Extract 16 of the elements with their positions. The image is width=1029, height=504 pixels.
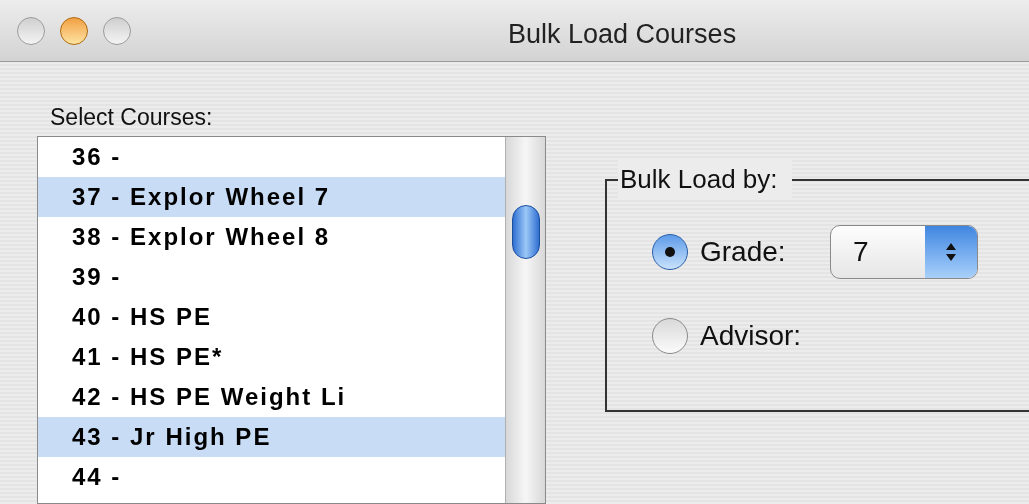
group-label: Bulk Load by: — [618, 160, 792, 199]
window-title: Bulk Load Courses — [508, 18, 737, 51]
grade-popup[interactable]: 7 — [830, 225, 978, 279]
course-item[interactable]: 37 - Explor Wheel 7 — [38, 177, 505, 217]
course-item[interactable]: 43 - Jr High PE — [38, 417, 505, 457]
radio-label: Advisor: — [700, 319, 803, 353]
zoom-button[interactable] — [103, 16, 131, 45]
scroll-thumb[interactable] — [512, 205, 540, 259]
radio-button[interactable] — [652, 318, 688, 354]
radio-label: Grade: — [700, 235, 787, 269]
close-button[interactable] — [17, 16, 45, 45]
stepper-arrows-icon — [925, 226, 977, 278]
radio-button[interactable] — [652, 234, 688, 270]
scrollbar[interactable] — [505, 137, 545, 503]
minimize-button[interactable] — [60, 16, 88, 45]
list-label: Select Courses: — [50, 103, 213, 132]
